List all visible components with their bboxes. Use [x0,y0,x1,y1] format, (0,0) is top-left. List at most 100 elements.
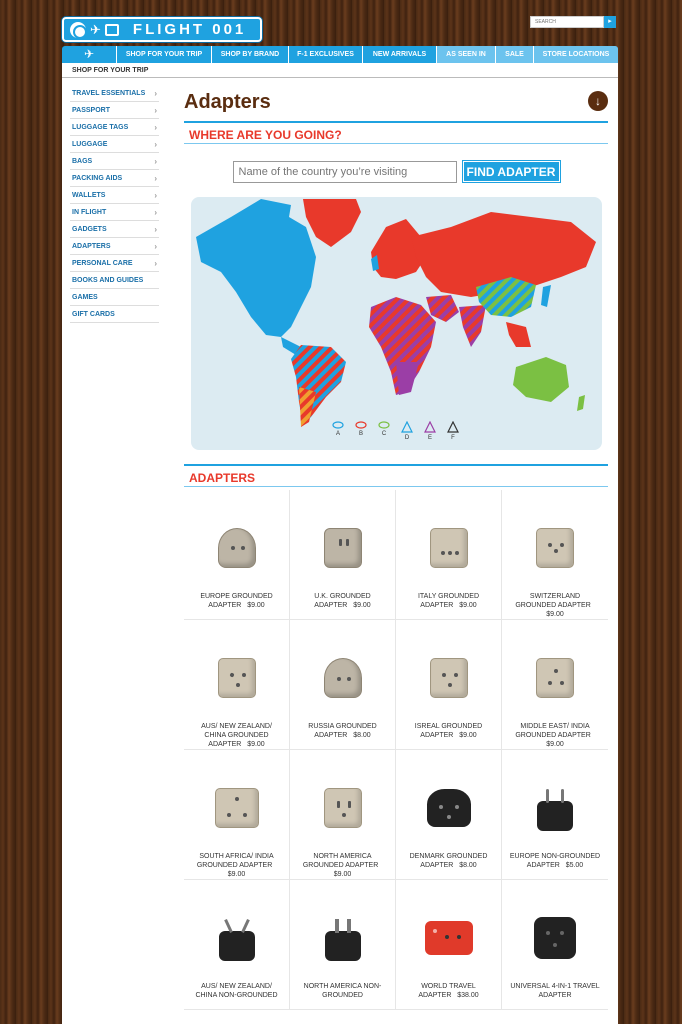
product-price: $9.00 [459,732,477,739]
south-america-region [291,345,346,425]
product-price: $8.00 [353,732,371,739]
product-name: NORTH AMERICA NON-GROUNDED [303,983,382,999]
chevron-right-icon: › [154,156,157,166]
product-card[interactable]: WORLD TRAVEL ADAPTER $38.00 [396,880,502,1010]
sidebar-item-label: TRAVEL ESSENTIALS [72,89,146,97]
search-input[interactable] [530,16,604,28]
globe-icon [70,21,87,39]
plug-c-icon [378,421,390,429]
india-region [459,305,486,347]
legend-item-b[interactable]: B [354,421,368,441]
adapters-heading: ADAPTERS [184,464,608,487]
product-card[interactable]: U.K. GROUNDED ADAPTER $9.00 [290,490,396,620]
logo-text: FLIGHT 001 [132,21,247,38]
product-price: $9.00 [546,611,564,618]
product-card[interactable]: UNIVERSAL 4-IN-1 TRAVEL ADAPTER [502,880,608,1010]
middle-east-india-grounded-adapter-image [525,648,585,708]
sidebar-item-travel-essentials[interactable]: TRAVEL ESSENTIALS › [70,85,159,102]
sidebar-item-label: BOOKS AND GUIDES [72,276,144,284]
main-panel: SHOP FOR YOUR TRIP TRAVEL ESSENTIALS › PA… [62,63,618,1024]
aus-nz-china-non-grounded-adapter-image [207,908,267,968]
product-card[interactable]: ISREAL GROUNDED ADAPTER $9.00 [396,620,502,750]
airplane-home-icon[interactable]: ✈ [62,46,117,63]
chevron-right-icon: › [154,241,157,251]
product-card[interactable]: NORTH AMERICA NON-GROUNDED [290,880,396,1010]
nav-as-seen-in[interactable]: AS SEEN IN [437,46,496,63]
product-card[interactable]: SWITZERLAND GROUNDED ADAPTER $9.00 [502,490,608,620]
product-card[interactable]: SOUTH AFRICA/ INDIA GROUNDED ADAPTER $9.… [184,750,290,880]
sidebar-item-in-flight[interactable]: IN FLIGHT › [70,204,159,221]
sidebar-item-wallets[interactable]: WALLETS › [70,187,159,204]
legend-item-f[interactable]: F [446,421,460,441]
sidebar-item-gift-cards[interactable]: GIFT CARDS [70,306,159,323]
sidebar-item-label: BAGS [72,157,93,165]
sidebar-item-label: GADGETS [72,225,107,233]
product-name: EUROPE GROUNDED ADAPTER $9.00 [200,593,273,609]
nav-shop-for-your-trip[interactable]: SHOP FOR YOUR TRIP [117,46,212,63]
product-name: NORTH AMERICA GROUNDED ADAPTER $9.00 [302,853,379,878]
find-adapter-button[interactable]: FIND ADAPTER [462,161,560,182]
product-card[interactable]: ITALY GROUNDED ADAPTER $9.00 [396,490,502,620]
sidebar: TRAVEL ESSENTIALS › PASSPORT › LUGGAGE TAG… [70,85,159,323]
nav-new-arrivals[interactable]: NEW ARRIVALS [363,46,437,63]
japan-region [541,285,551,307]
product-name: UNIVERSAL 4-IN-1 TRAVEL ADAPTER [510,983,600,999]
legend-label-e: E [427,435,432,441]
chevron-right-icon: › [154,105,157,115]
isreal-grounded-adapter-image [419,648,479,708]
sidebar-item-bags[interactable]: BAGS › [70,153,159,170]
sidebar-item-games[interactable]: GAMES [70,289,159,306]
legend-item-e[interactable]: E [423,421,437,441]
greenland-region [303,199,361,247]
legend-item-c[interactable]: C [377,421,391,441]
search-box: ▸ [530,16,616,28]
nav-shop-by-brand[interactable]: SHOP BY BRAND [212,46,289,63]
product-price: $5.00 [565,862,584,869]
scroll-down-button[interactable]: ↓ [588,91,608,111]
sidebar-item-luggage-tags[interactable]: LUGGAGE TAGS › [70,119,159,136]
sidebar-item-luggage[interactable]: LUGGAGE › [70,136,159,153]
country-input[interactable] [232,161,457,183]
chevron-right-icon: › [154,88,157,98]
chevron-right-icon: › [154,258,157,268]
search-submit-button[interactable]: ▸ [604,16,616,28]
flight-001-logo[interactable]: ✈ FLIGHT 001 [62,17,262,42]
sidebar-item-label: PACKING AIDS [72,174,123,182]
product-price: $9.00 [353,602,371,609]
sidebar-item-personal-care[interactable]: PERSONAL CARE › [70,255,159,272]
legend-label-c: C [381,431,387,437]
aus-nz-china-grounded-adapter-image [207,648,267,708]
universal-4-in-1-adapter-image [525,908,585,968]
legend-item-d[interactable]: D [400,421,414,441]
product-card[interactable]: AUS/ NEW ZEALAND/ CHINA NON-GROUNDED [184,880,290,1010]
switzerland-grounded-adapter-image [525,518,585,578]
world-adapter-map[interactable]: A B C D E F [191,197,602,450]
product-card[interactable]: DENMARK GROUNDED ADAPTER $8.00 [396,750,502,880]
sidebar-item-adapters[interactable]: ADAPTERS › [70,238,159,255]
uk-grounded-adapter-image [313,518,373,578]
product-card[interactable]: RUSSIA GROUNDED ADAPTER $8.00 [290,620,396,750]
legend-item-a[interactable]: A [331,421,345,441]
nav-store-locations[interactable]: STORE LOCATIONS [534,46,618,63]
plug-d-icon [401,421,413,433]
sidebar-item-gadgets[interactable]: GADGETS › [70,221,159,238]
sidebar-item-books-and-guides[interactable]: BOOKS AND GUIDES [70,272,159,289]
product-name: AUS/ NEW ZEALAND/ CHINA GROUNDED ADAPTER… [201,723,272,748]
europe-grounded-adapter-image [207,518,267,578]
nav-f1-exclusives[interactable]: F-1 EXCLUSIVES [289,46,363,63]
product-card[interactable]: MIDDLE EAST/ INDIA GROUNDED ADAPTER $9.0… [502,620,608,750]
plug-a-icon [332,421,344,429]
australia-region [513,357,569,402]
plug-b-icon [355,421,367,429]
nav-sale[interactable]: SALE [496,46,534,63]
product-card[interactable]: NORTH AMERICA GROUNDED ADAPTER $9.00 [290,750,396,880]
product-card[interactable]: AUS/ NEW ZEALAND/ CHINA GROUNDED ADAPTER… [184,620,290,750]
product-name: DENMARK GROUNDED ADAPTER $8.00 [409,853,488,869]
italy-grounded-adapter-image [419,518,479,578]
chevron-right-icon: › [154,173,157,183]
product-card[interactable]: EUROPE GROUNDED ADAPTER $9.00 [184,490,290,620]
breadcrumb[interactable]: SHOP FOR YOUR TRIP [62,63,618,78]
sidebar-item-passport[interactable]: PASSPORT › [70,102,159,119]
product-card[interactable]: EUROPE NON-GROUNDED ADAPTER $5.00 [502,750,608,880]
sidebar-item-packing-aids[interactable]: PACKING AIDS › [70,170,159,187]
